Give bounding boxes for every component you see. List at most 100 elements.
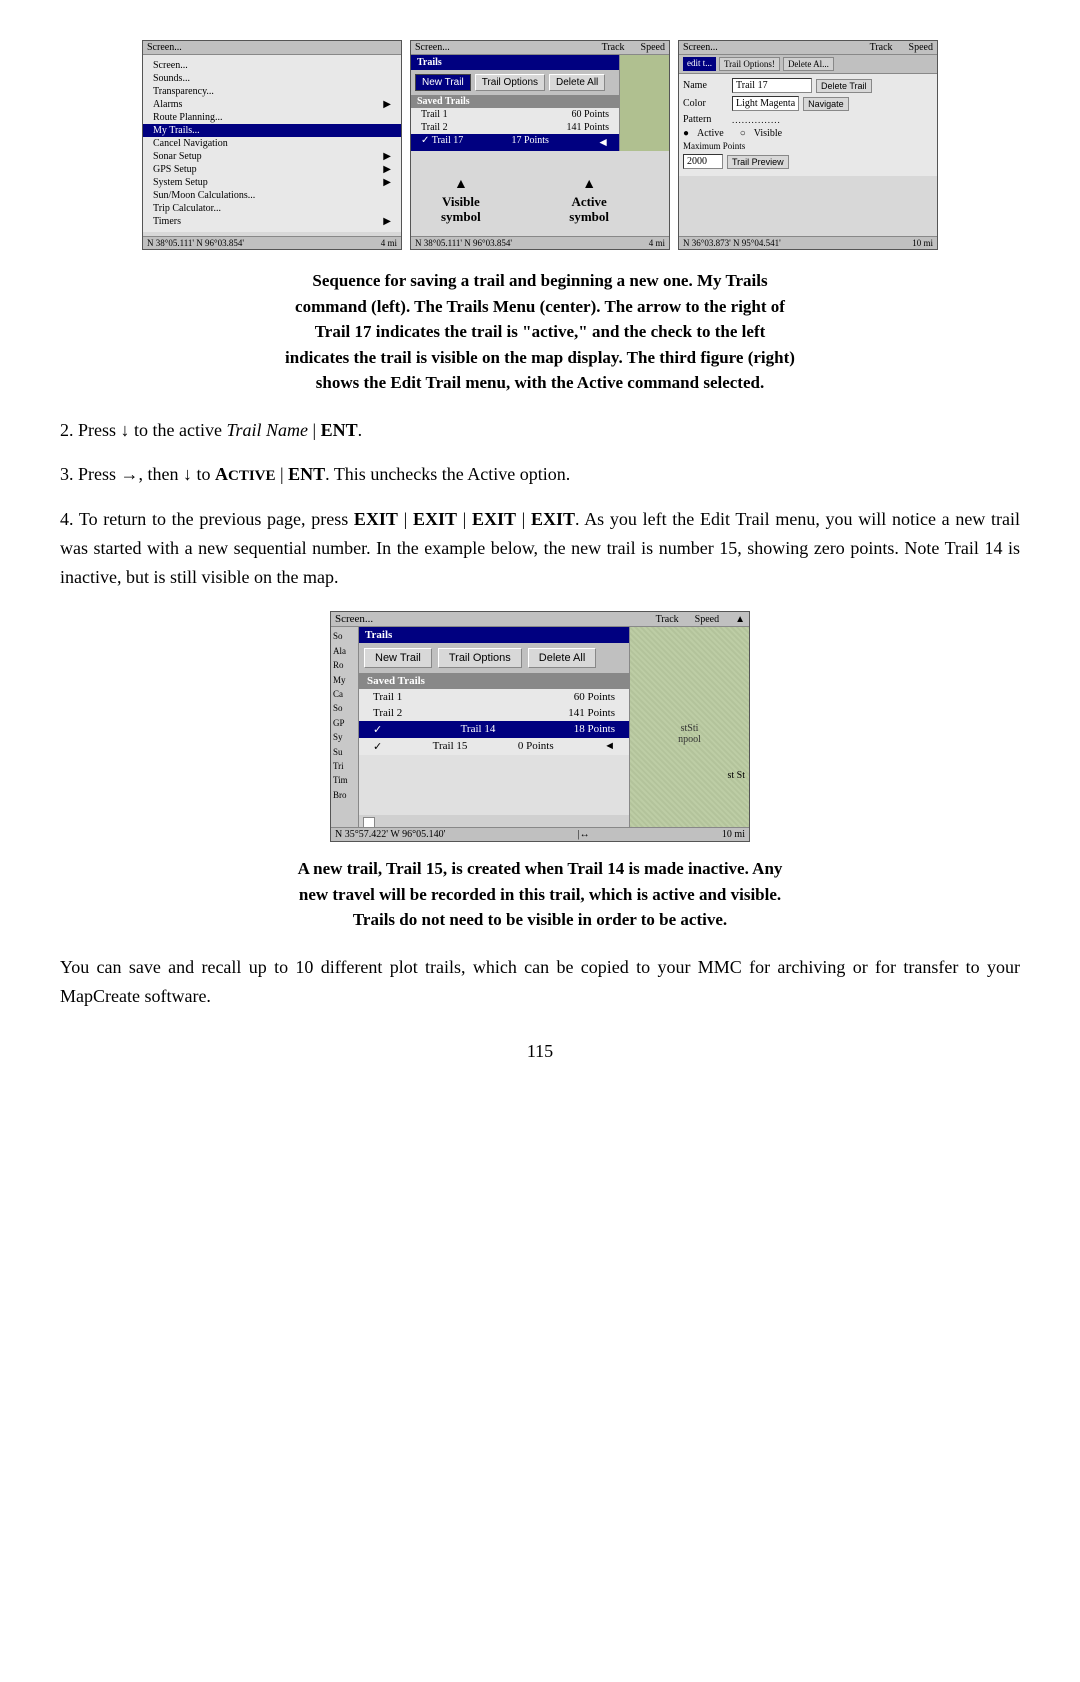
active-radio-icon: ●	[683, 128, 689, 139]
right-top-speed: Speed	[909, 42, 933, 53]
large-speed: Speed	[695, 614, 719, 625]
large-trail-15-name: Trail 15	[433, 740, 468, 753]
right-trail-options-tab[interactable]: Trail Options!	[719, 57, 780, 71]
name-field-row: Name Trail 17 Delete Trail	[683, 78, 933, 93]
delete-trail-btn[interactable]: Delete Trail	[816, 79, 872, 93]
left-bottom-bar: N 38°05.111' N 96°03.854' 4 mi	[143, 236, 401, 249]
right-top-topbar-left: Screen...	[683, 42, 718, 53]
large-trail-14-points: 18 Points	[574, 723, 615, 736]
center-trails-title: Trails	[411, 55, 619, 70]
new-trail-btn-top[interactable]: New Trail	[415, 74, 471, 91]
large-trail-15-arrow: ◄	[604, 740, 615, 753]
max-points-label: Maximum Points	[683, 141, 745, 151]
large-map-right-label: st St	[727, 770, 745, 781]
large-trail-2-points: 141 Points	[568, 707, 615, 719]
visible-radio-icon: ○	[740, 128, 746, 139]
large-trail-14-check: ✓	[373, 723, 382, 736]
max-value: 2000	[683, 154, 723, 169]
trail-options-btn-top[interactable]: Trail Options	[475, 74, 545, 91]
navigate-btn[interactable]: Navigate	[803, 97, 849, 111]
large-trail-buttons: New Trail Trail Options Delete All	[359, 643, 629, 673]
center-bottom-scale-top: 4 mi	[649, 238, 665, 248]
right-delete-btn[interactable]: Delete Al...	[783, 57, 834, 71]
trail-row-2-top: Trail 2 141 Points	[411, 121, 619, 134]
max-value-row: 2000 Trail Preview	[683, 154, 933, 169]
pattern-label: Pattern	[683, 114, 728, 125]
visible-radio-label: Visible	[754, 128, 782, 139]
page-number: 115	[60, 1041, 1020, 1062]
trail-17-arrow: ◄	[597, 135, 609, 150]
top-screenshots-row: Screen... Screen... Sounds... Transparen…	[60, 40, 1020, 250]
menu-item-cancel-nav: Cancel Navigation	[143, 137, 401, 150]
menu-item-route: Route Planning...	[143, 111, 401, 124]
large-topbar-left: Screen...	[335, 613, 373, 625]
trail-17-points-top: 17 Points	[511, 135, 549, 150]
left-topbar: Screen...	[143, 41, 401, 55]
right-top-right-labels: Track Speed	[870, 42, 933, 53]
menu-item-sunmoon: Sun/Moon Calculations...	[143, 189, 401, 202]
sidebar-gp: GP	[333, 716, 356, 730]
large-screenshot: Screen... Track Speed ▲ So Ala Ro My Ca …	[330, 611, 750, 842]
left-topbar-label: Screen...	[147, 42, 182, 53]
bottom-caption-text: A new trail, Trail 15, is created when T…	[298, 859, 783, 929]
sidebar-ala: Ala	[333, 644, 356, 658]
sidebar-ca: Ca	[333, 687, 356, 701]
trail-options-btn-large[interactable]: Trail Options	[438, 648, 522, 668]
right-top-track: Track	[870, 42, 893, 53]
large-bottom-arrow: |↔	[578, 829, 590, 840]
trail-preview-btn[interactable]: Trail Preview	[727, 155, 789, 169]
trail-1-points-top: 60 Points	[571, 109, 609, 120]
center-top-topbar: Screen... Track Speed	[411, 41, 669, 55]
right-active-tab: edit t...	[683, 57, 716, 71]
large-trail-row-14: ✓ Trail 14 18 Points	[359, 721, 629, 738]
large-scroll: ▲	[735, 614, 745, 625]
final-paragraph: You can save and recall up to 10 differe…	[60, 953, 1020, 1011]
large-screenshot-wrapper: Screen... Track Speed ▲ So Ala Ro My Ca …	[60, 611, 1020, 842]
center-bottom-bar-top: N 38°05.111' N 96°03.854' 4 mi	[411, 236, 669, 249]
left-menu: Screen... Sounds... Transparency... Alar…	[143, 55, 401, 232]
large-sidebar: So Ala Ro My Ca So GP Sy Su Tri Tim Bro	[333, 629, 356, 802]
delete-all-btn-top[interactable]: Delete All	[549, 74, 605, 91]
active-radio-label: Active	[697, 128, 724, 139]
center-top-speed: Speed	[641, 42, 665, 53]
screenshot-left: Screen... Screen... Sounds... Transparen…	[142, 40, 402, 250]
large-topbar: Screen... Track Speed ▲	[331, 612, 749, 627]
sidebar-my: My	[333, 673, 356, 687]
name-value: Trail 17	[732, 78, 812, 93]
left-bottom-scale: 4 mi	[381, 238, 397, 248]
large-saved-label: Saved Trails	[359, 673, 629, 689]
sidebar-sy: Sy	[333, 730, 356, 744]
screenshot-right-top: Screen... Track Speed edit t... Trail Op…	[678, 40, 938, 250]
center-trail-buttons: New Trail Trail Options Delete All	[411, 70, 619, 95]
max-points-row: Maximum Points	[683, 141, 933, 151]
color-label: Color	[683, 98, 728, 109]
menu-item-trip: Trip Calculator...	[143, 202, 401, 215]
paragraph-2: 3. Press →, then ↓ to ACTIVE | ENT. This…	[60, 460, 1020, 489]
sidebar-bro: Bro	[333, 788, 356, 802]
large-map-area: stSti npool st St	[629, 627, 749, 841]
right-bottom-coords-top: N 36°03.873' N 95°04.541'	[683, 238, 781, 248]
large-trails-title: Trails	[359, 627, 629, 643]
large-trail-row-1: Trail 1 60 Points	[359, 689, 629, 705]
trail-17-name-top: ✓ Trail 17	[421, 135, 463, 150]
menu-item-mytrails: My Trails...	[143, 124, 401, 137]
menu-item-sounds: Sounds...	[143, 72, 401, 85]
pattern-field-row: Pattern ...............	[683, 114, 933, 125]
paragraph-1: 2. Press ↓ to the active Trail Name | EN…	[60, 416, 1020, 445]
new-trail-btn-large[interactable]: New Trail	[364, 648, 432, 668]
top-caption: Sequence for saving a trail and beginnin…	[60, 268, 1020, 396]
menu-item-gps: GPS Setup	[143, 163, 401, 176]
delete-all-btn-large[interactable]: Delete All	[528, 648, 596, 668]
trail-row-1-top: Trail 1 60 Points	[411, 108, 619, 121]
large-trail-15-points: 0 Points	[518, 740, 554, 753]
top-caption-text: Sequence for saving a trail and beginnin…	[285, 271, 795, 392]
large-trail-2-name: Trail 2	[373, 707, 402, 719]
right-bottom-bar-top: N 36°03.873' N 95°04.541' 10 mi	[679, 236, 937, 249]
center-top-right-labels: Track Speed	[602, 42, 665, 53]
menu-item-system: System Setup	[143, 176, 401, 189]
large-bottom-coords: N 35°57.422' W 96°05.140'	[335, 829, 445, 840]
large-bottom-scale: 10 mi	[722, 829, 745, 840]
center-top-track: Track	[602, 42, 625, 53]
center-saved-label: Saved Trails	[411, 95, 619, 108]
trail-row-17-top: ✓ Trail 17 17 Points ◄	[411, 134, 619, 151]
